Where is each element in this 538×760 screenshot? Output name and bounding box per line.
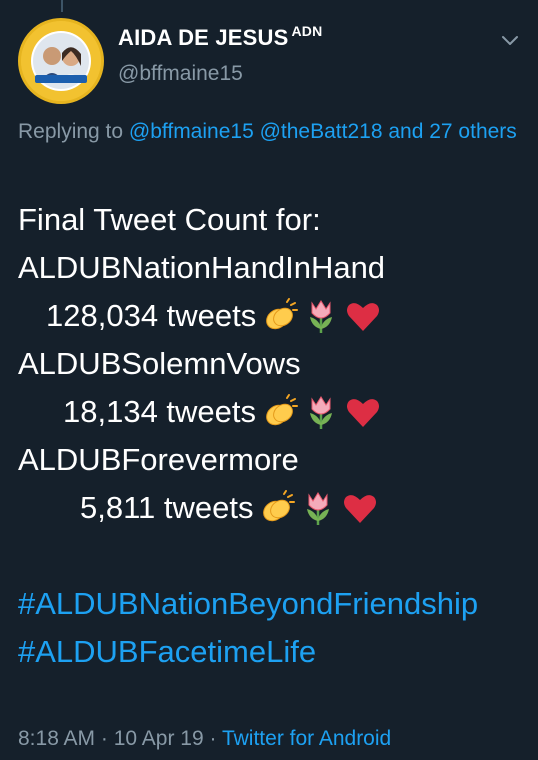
thread-connector-line	[61, 0, 63, 12]
hashtag-link[interactable]: #ALDUBFacetimeLife	[18, 628, 523, 676]
author-handle[interactable]: @bffmaine15	[118, 62, 243, 86]
profile-avatar[interactable]	[18, 18, 104, 104]
chevron-down-icon[interactable]	[500, 30, 520, 50]
reply-handle-link[interactable]: @bffmaine15	[129, 120, 254, 143]
tag-count-row: 5,811 tweets	[18, 484, 523, 532]
author-display-name[interactable]: AIDA DE JESUS ADN	[118, 23, 323, 51]
tag-count-row: 18,134 tweets	[18, 388, 523, 436]
tulip-icon	[299, 489, 337, 527]
reply-handle-link[interactable]: @theBatt218	[260, 120, 383, 143]
hashtag-link[interactable]: #ALDUBNationBeyondFriendship	[18, 580, 523, 628]
red-heart-icon	[341, 489, 379, 527]
tulip-icon	[302, 297, 340, 335]
tag-name: ALDUBForevermore	[18, 442, 299, 477]
replying-prefix: Replying to	[18, 120, 124, 143]
tweet-date[interactable]: 10 Apr 19	[114, 727, 204, 750]
tag-name: ALDUBSolemnVows	[18, 346, 301, 381]
clapping-hands-icon	[257, 489, 296, 527]
author-badge: ADN	[291, 23, 323, 39]
tweet-source-link[interactable]: Twitter for Android	[222, 727, 391, 750]
tweet-meta: 8:18 AM · 10 Apr 19 · Twitter for Androi…	[18, 727, 391, 751]
replying-to-line: Replying to @bffmaine15 @theBatt218 and …	[18, 117, 523, 147]
tag-count-row: 128,034 tweets	[18, 292, 523, 340]
tweet-time[interactable]: 8:18 AM	[18, 727, 95, 750]
red-heart-icon	[344, 393, 382, 431]
tag-name: ALDUBNationHandInHand	[18, 250, 386, 285]
tag-count: 5,811 tweets	[80, 490, 254, 525]
reply-others-link[interactable]: 27 others	[429, 120, 517, 143]
meta-separator: ·	[209, 727, 217, 750]
clapping-hands-icon	[260, 297, 299, 335]
reply-and-text[interactable]: and	[388, 120, 423, 143]
clapping-hands-icon	[260, 393, 299, 431]
author-name-text: AIDA DE JESUS	[118, 25, 289, 50]
tag-count: 18,134 tweets	[63, 394, 257, 429]
tweet-text: Final Tweet Count for: ALDUBNationHandIn…	[18, 196, 523, 676]
red-heart-icon	[344, 297, 382, 335]
tulip-icon	[302, 393, 340, 431]
meta-separator: ·	[100, 727, 108, 750]
tag-count: 128,034 tweets	[46, 298, 257, 333]
tweet-heading: Final Tweet Count for:	[18, 202, 321, 237]
